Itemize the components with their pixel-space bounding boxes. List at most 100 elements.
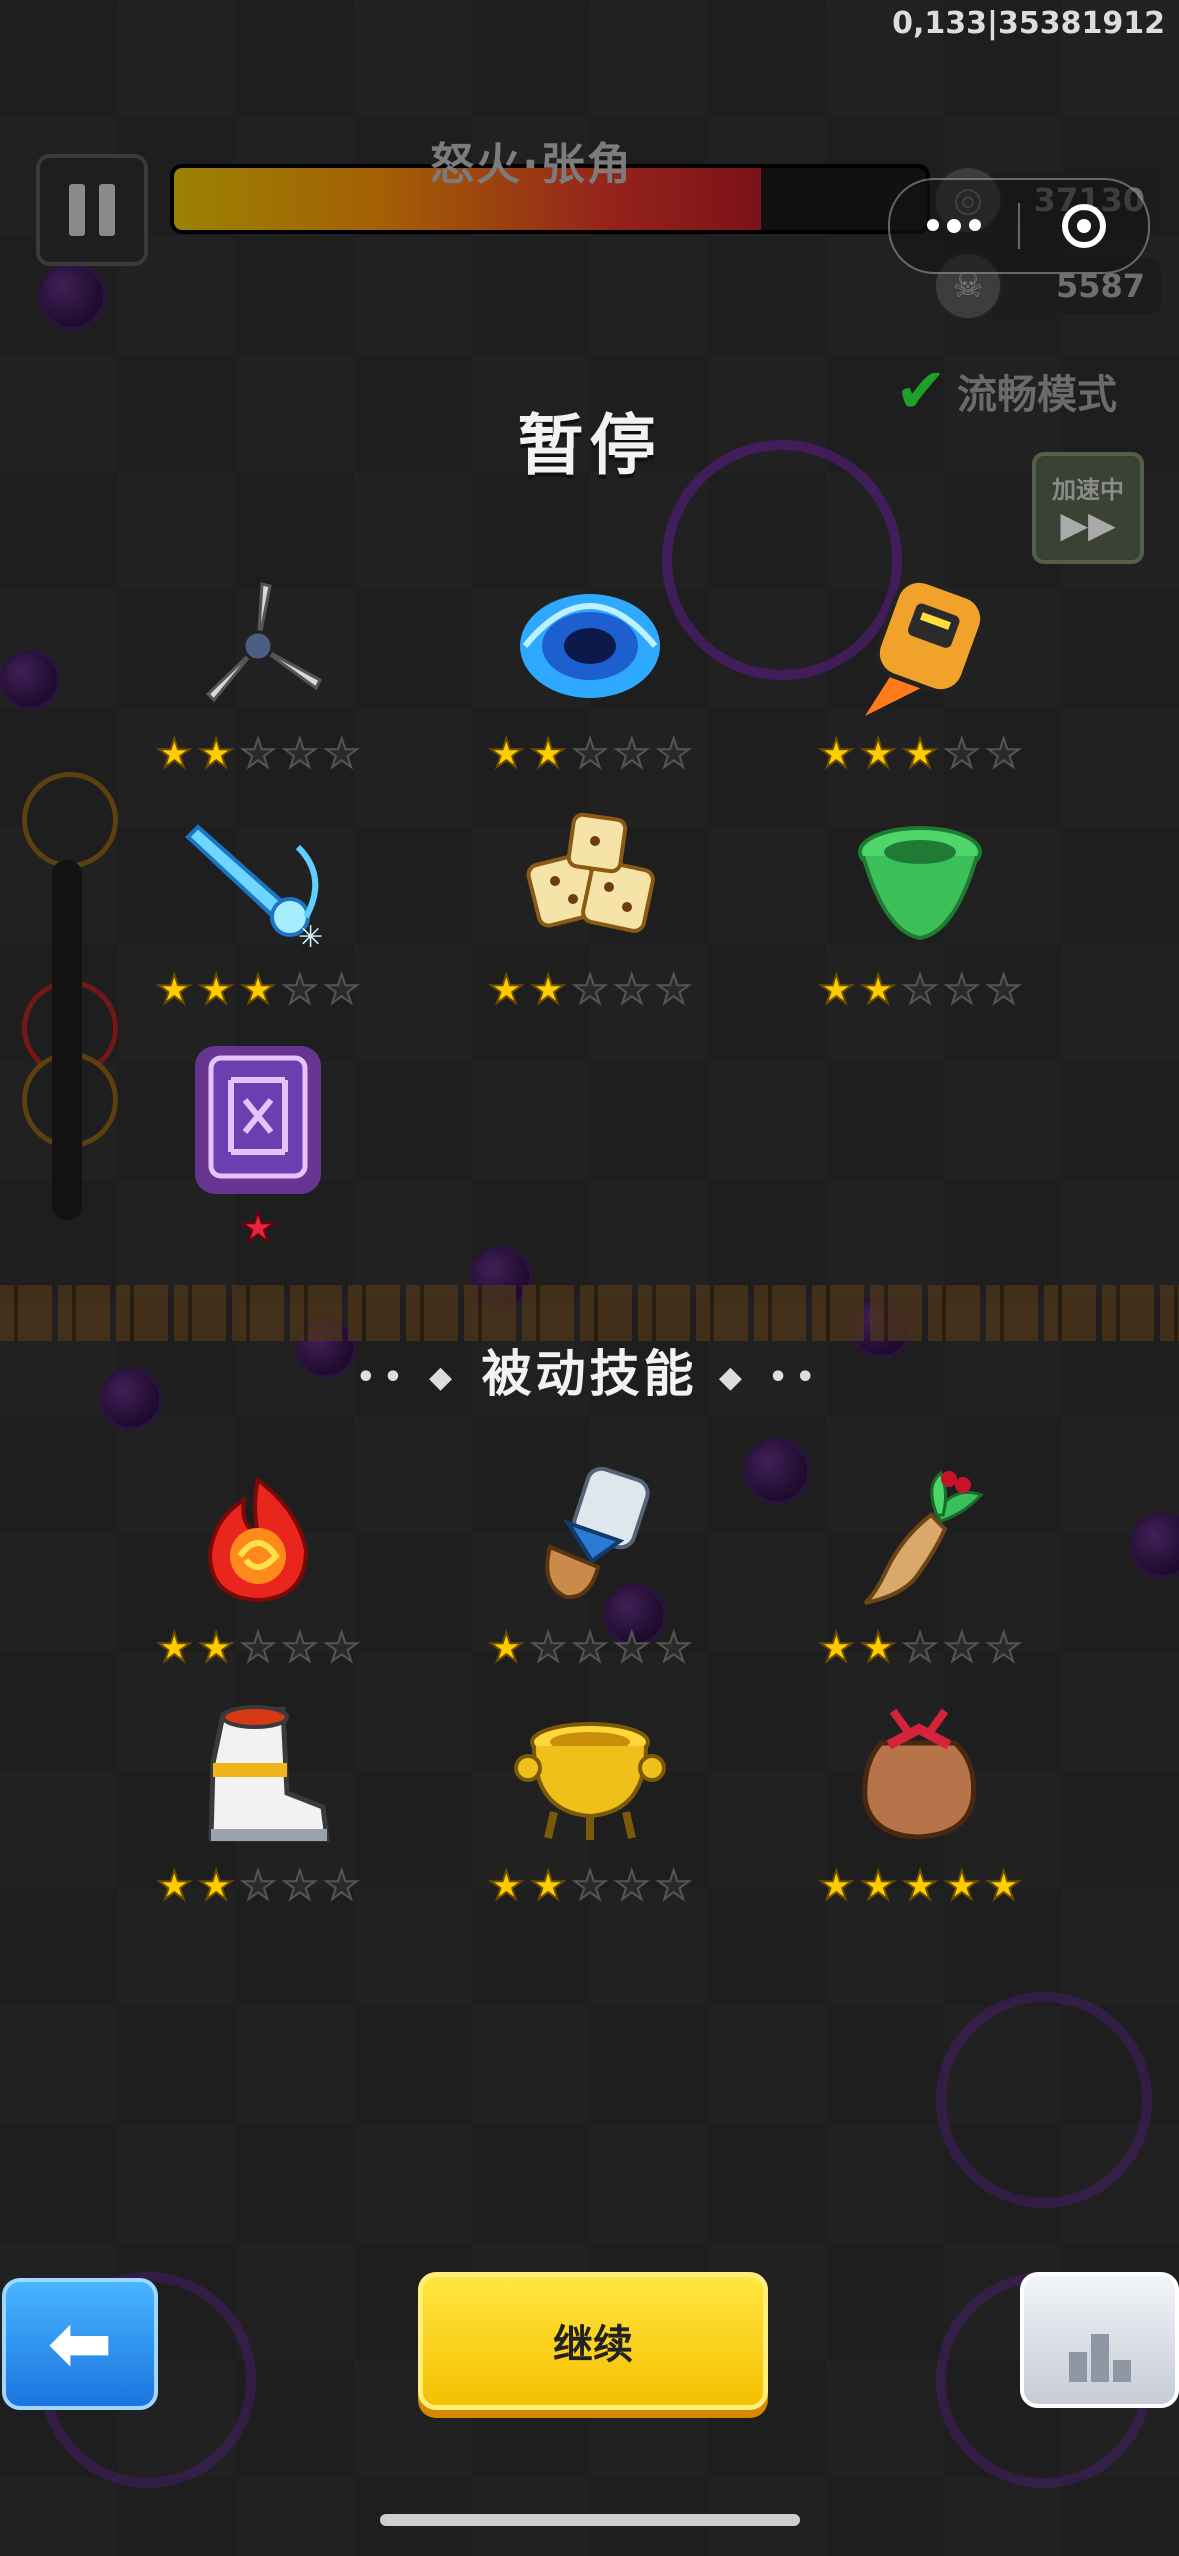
star-rating: ★ ★ ★ ★ ★	[108, 731, 408, 777]
star-icon: ★	[943, 731, 981, 777]
pause-title: 暂停	[517, 407, 662, 484]
star-icon: ★	[943, 967, 981, 1013]
star-icon: ★	[155, 1863, 193, 1909]
active-skill: ★ ★ ★ ★ ★	[770, 566, 1070, 796]
active-skill: ★ ★ ★ ★ ★	[440, 566, 740, 796]
star-icon: ★	[239, 1205, 277, 1251]
active-skill: ★ ★ ★ ★ ★	[770, 802, 1070, 1032]
passive-skill: ★ ★ ★ ★ ★	[440, 1698, 740, 1928]
star-rating: ★ ★ ★ ★ ★	[440, 1863, 740, 1909]
star-icon: ★	[487, 1625, 525, 1671]
star-icon: ★	[323, 1863, 361, 1909]
passive-skill: ★ ★ ★ ★ ★	[108, 1698, 408, 1928]
star-icon: ★	[529, 967, 567, 1013]
continue-button[interactable]: 继续	[418, 2272, 768, 2410]
star-rating: ★ ★ ★ ★ ★	[108, 967, 408, 1013]
fire-orb-icon	[178, 1460, 338, 1620]
star-icon: ★	[529, 1863, 567, 1909]
star-icon: ★	[281, 967, 319, 1013]
pouch-icon	[840, 1698, 1000, 1858]
star-rating: ★ ★ ★ ★ ★	[440, 1625, 740, 1671]
back-arrow-icon: ⬅	[47, 2299, 113, 2389]
golden-cauldron-icon	[510, 1698, 670, 1858]
star-icon: ★	[323, 967, 361, 1013]
star-rating: ★ ★ ★ ★ ★	[770, 1863, 1070, 1909]
star-icon: ★	[239, 1863, 277, 1909]
star-rating: ★ ★ ★ ★ ★	[440, 967, 740, 1013]
star-icon: ★	[985, 1863, 1023, 1909]
star-icon: ★	[529, 1625, 567, 1671]
star-icon: ★	[817, 1625, 855, 1671]
star-icon: ★	[943, 1863, 981, 1909]
star-icon: ★	[985, 967, 1023, 1013]
passive-skill: ★ ★ ★ ★ ★	[108, 1460, 408, 1690]
star-icon: ★	[901, 967, 939, 1013]
star-icon: ★	[613, 731, 651, 777]
star-icon: ★	[817, 967, 855, 1013]
star-icon: ★	[901, 1863, 939, 1909]
star-icon: ★	[155, 1625, 193, 1671]
star-icon: ★	[281, 1863, 319, 1909]
passive-skill: ★ ★ ★ ★ ★	[770, 1698, 1070, 1928]
boss-name: 怒火·张角	[430, 139, 633, 190]
home-indicator[interactable]	[380, 2514, 800, 2526]
star-icon: ★	[985, 731, 1023, 777]
active-skill: ★ ★ ★ ★ ★	[440, 802, 740, 1032]
star-icon: ★	[859, 1625, 897, 1671]
star-icon: ★	[985, 1625, 1023, 1671]
star-icon: ★	[613, 967, 651, 1013]
star-icon: ★	[859, 731, 897, 777]
star-icon: ★	[613, 1863, 651, 1909]
star-icon: ★	[613, 1625, 651, 1671]
star-rating: ★ ★ ★ ★ ★	[770, 1625, 1070, 1671]
star-icon: ★	[155, 731, 193, 777]
dice-icon	[510, 802, 670, 962]
star-icon: ★	[323, 731, 361, 777]
boot-icon	[178, 1698, 338, 1858]
star-rating: ★ ★ ★ ★ ★	[770, 967, 1070, 1013]
passive-title-label: 被动技能	[481, 1345, 698, 1403]
star-icon: ★	[197, 1625, 235, 1671]
star-icon: ★	[901, 731, 939, 777]
star-icon: ★	[323, 1625, 361, 1671]
star-icon: ★	[901, 1625, 939, 1671]
active-skill: ✳ ★ ★ ★ ★ ★	[108, 802, 408, 1032]
pause-button[interactable]	[36, 154, 148, 266]
star-rating: ★ ★ ★ ★ ★	[440, 731, 740, 777]
gauntlet-icon	[510, 1460, 670, 1620]
active-skill: ★ ★ ★ ★ ★	[108, 566, 408, 796]
star-icon: ★	[655, 967, 693, 1013]
star-icon: ★	[197, 731, 235, 777]
star-icon: ★	[529, 731, 567, 777]
status-id: 0,133|35381912	[892, 6, 1165, 41]
star-icon: ★	[239, 731, 277, 777]
star-icon: ★	[655, 731, 693, 777]
leaderboard-button[interactable]	[1020, 2272, 1179, 2408]
passive-skill: ★ ★ ★ ★ ★	[770, 1460, 1070, 1690]
star-icon: ★	[197, 1863, 235, 1909]
star-icon: ★	[817, 731, 855, 777]
vortex-icon	[510, 566, 670, 726]
back-button[interactable]: ⬅	[2, 2278, 158, 2410]
mini-program-capsule	[888, 178, 1150, 274]
star-icon: ★	[859, 967, 897, 1013]
star-icon: ★	[487, 1863, 525, 1909]
star-icon: ★	[281, 1625, 319, 1671]
star-icon: ★	[655, 1863, 693, 1909]
purple-scroll-icon	[178, 1040, 338, 1200]
star-icon: ★	[571, 1863, 609, 1909]
star-icon: ★	[487, 967, 525, 1013]
star-rating: ★ ★ ★ ★ ★	[108, 1625, 408, 1671]
green-tornado-icon	[840, 802, 1000, 962]
dots-decoration: ◆ ••	[718, 1360, 823, 1395]
passive-skills-header: •• ◆ 被动技能 ◆ ••	[0, 1334, 1179, 1406]
more-icon[interactable]	[890, 219, 1018, 233]
ice-sword-icon: ✳	[178, 802, 338, 962]
star-icon: ★	[859, 1863, 897, 1909]
star-icon: ★	[655, 1625, 693, 1671]
star-icon: ★	[571, 731, 609, 777]
close-target-icon[interactable]	[1020, 204, 1148, 248]
podium-icon	[1068, 2334, 1131, 2382]
rocket-robot-icon	[840, 566, 1000, 726]
star-icon: ★	[571, 1625, 609, 1671]
